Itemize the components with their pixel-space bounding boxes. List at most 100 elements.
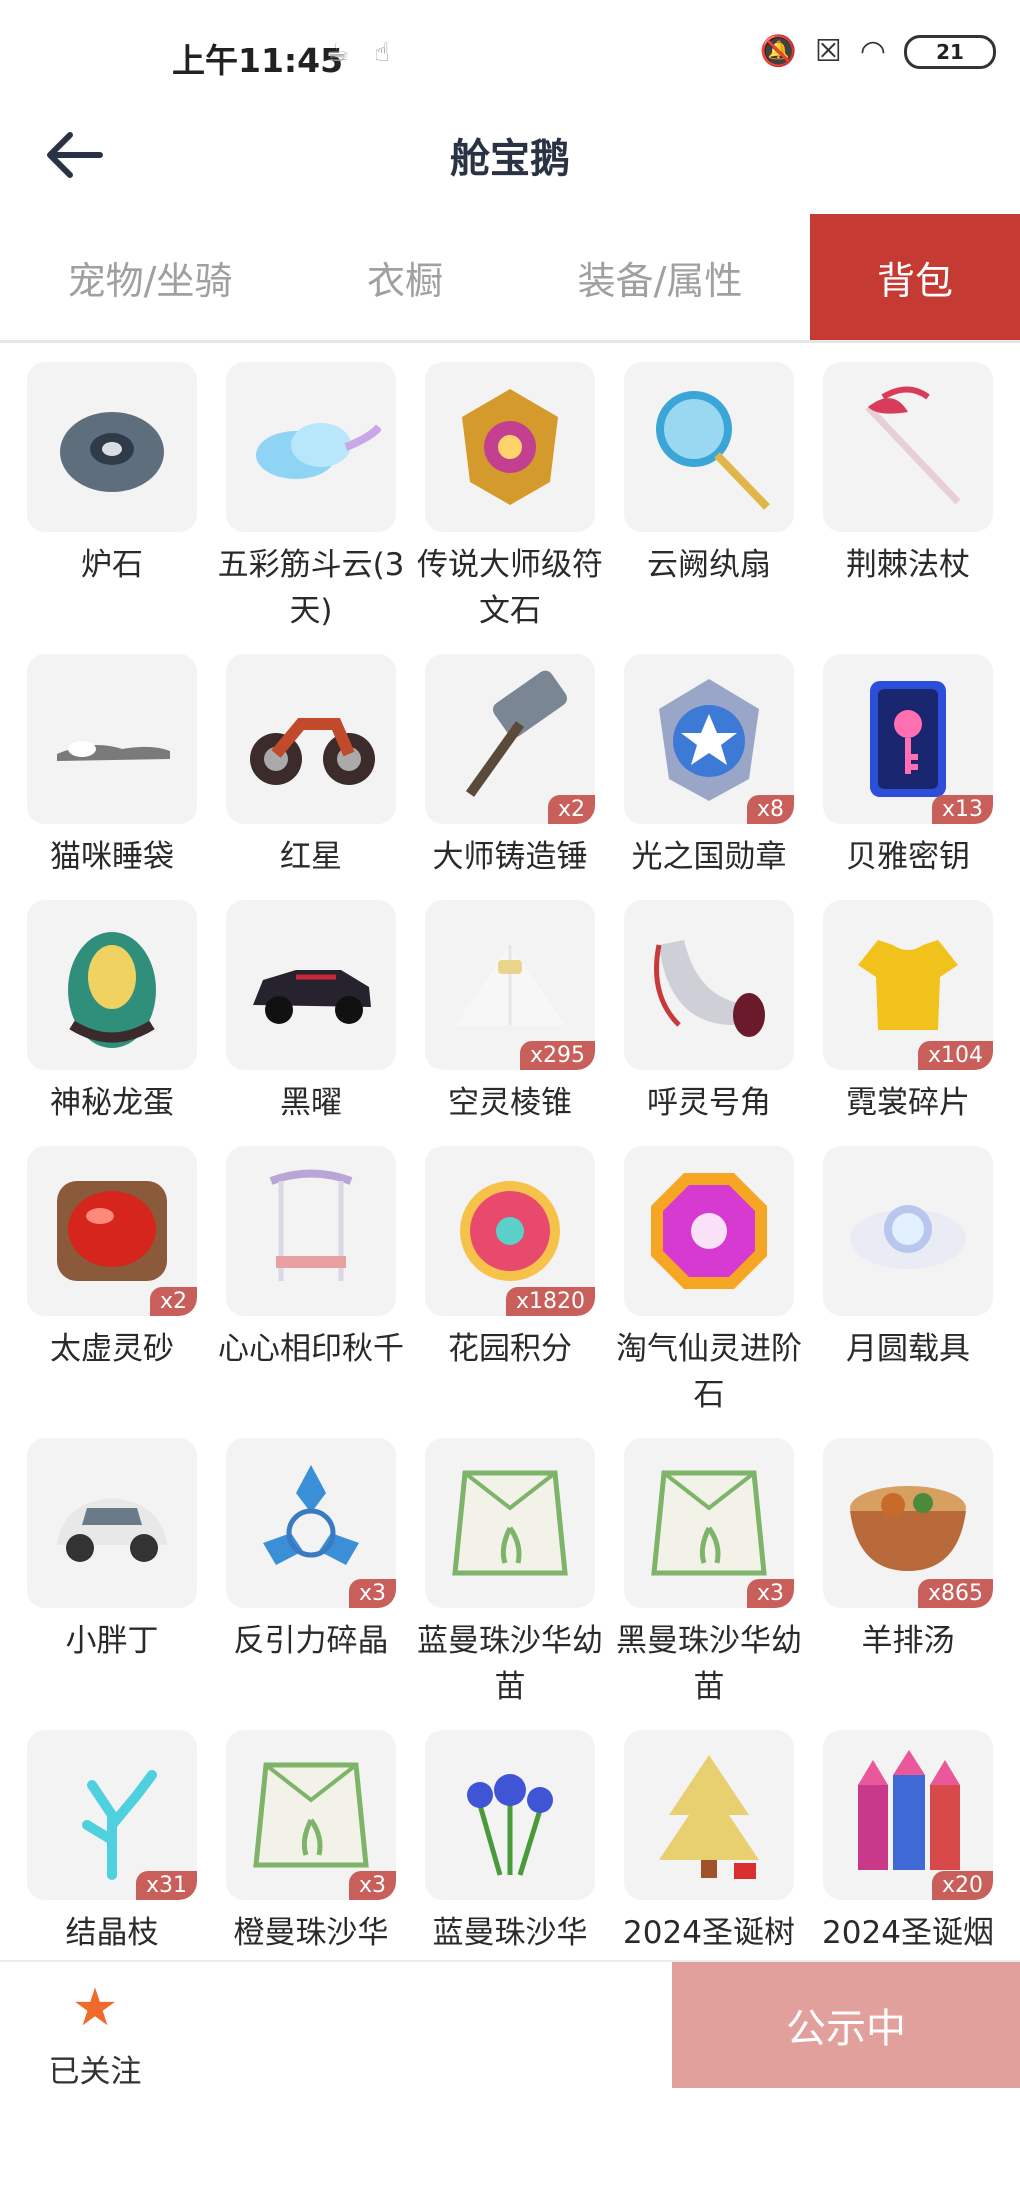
rune-icon <box>462 389 558 505</box>
item-thumbnail <box>425 362 595 532</box>
item-thumbnail <box>823 1146 993 1316</box>
medal-icon <box>659 679 759 801</box>
tab-equipment-attributes[interactable]: 装备/属性 <box>510 214 810 340</box>
public-status-button[interactable]: 公示中 <box>672 1962 1020 2088</box>
item-thumbnail <box>624 1146 794 1316</box>
cloud-icon <box>256 423 381 479</box>
moon-cloud-icon <box>850 1205 966 1269</box>
item-name: 橙曼珠沙华 <box>233 1915 389 1951</box>
item-thumbnail <box>624 1730 794 1900</box>
tab-backpack[interactable]: 背包 <box>810 214 1020 340</box>
item-name: 呼灵号角 <box>647 1085 771 1121</box>
item-thumbnail <box>425 1730 595 1900</box>
item-name: 太虚灵砂 <box>50 1331 174 1367</box>
item-name: 红星 <box>280 839 342 875</box>
item-thumbnail <box>226 654 396 824</box>
beetle-car-icon <box>57 1498 167 1562</box>
fan-icon <box>656 391 770 510</box>
item-name: 蓝曼珠沙华 <box>432 1915 588 1951</box>
car-icon <box>253 970 371 1024</box>
tab-pets-mounts[interactable]: 宠物/坐骑 <box>0 214 300 340</box>
item-name: 心心相印秋千 <box>218 1331 404 1367</box>
item-thumbnail <box>226 1146 396 1316</box>
seed-bag-icon <box>651 1470 767 1576</box>
item-thumbnail <box>425 1438 595 1608</box>
crystal-branch-icon <box>82 1770 157 1880</box>
item-thumbnail <box>624 362 794 532</box>
item-name: 淘气仙灵进阶石 <box>616 1331 802 1413</box>
item-name: 传说大师级符文石 <box>417 547 603 629</box>
star-icon: ★ <box>71 1978 119 2038</box>
item-count-badge: x2 <box>547 795 595 824</box>
notification-hand-icon: ☝ <box>374 38 390 68</box>
item-thumbnail: x2 <box>425 654 595 824</box>
item-count-badge: x1820 <box>505 1287 595 1316</box>
blue-flower-icon <box>467 1774 553 1876</box>
item-count-badge: x31 <box>135 1871 197 1900</box>
battery-icon: 21 <box>904 34 996 69</box>
item-thumbnail: x13 <box>823 654 993 824</box>
item-name: 2024圣诞烟 <box>822 1915 994 1951</box>
motorcycle-icon <box>250 718 375 785</box>
item-name: 2024圣诞树 <box>623 1915 795 1951</box>
item-count-badge: x13 <box>931 795 993 824</box>
christmas-tree-icon <box>659 1755 759 1879</box>
item-count-badge: x295 <box>519 1041 595 1070</box>
battery-level: 21 <box>936 39 964 64</box>
tab-bar: 宠物/坐骑 衣橱 装备/属性 背包 <box>0 214 1020 343</box>
page-title: 舱宝鹅 <box>450 136 570 182</box>
item-name: 羊排汤 <box>861 1623 955 1659</box>
item-name: 黑曼珠沙华幼苗 <box>616 1623 802 1705</box>
shirt-icon <box>858 940 958 1030</box>
swing-icon <box>269 1169 353 1281</box>
seed-bag-icon <box>253 1762 369 1868</box>
wifi-icon: ◠ <box>859 34 886 69</box>
item-count-badge: x3 <box>348 1871 396 1900</box>
status-time: 上午11:45 <box>172 41 344 80</box>
pyramid-icon <box>455 945 565 1025</box>
item-thumbnail: x2 <box>27 1146 197 1316</box>
item-count-badge: x2 <box>149 1287 197 1316</box>
item-thumbnail <box>624 900 794 1070</box>
hammer-icon <box>465 670 568 797</box>
status-bar: 上午11:45 ☕ ☝ 🔕 ☒ ◠ 21 <box>0 0 1020 115</box>
staff-icon <box>865 386 961 505</box>
item-thumbnail <box>226 900 396 1070</box>
item-name: 空灵棱锥 <box>448 1085 572 1121</box>
item-name: 蓝曼珠沙华幼苗 <box>417 1623 603 1705</box>
item-count-badge: x8 <box>746 795 794 824</box>
key-card-icon <box>870 681 946 797</box>
item-name: 云阙纨扇 <box>647 547 771 583</box>
follow-label: 已关注 <box>48 2054 142 2090</box>
crystal-shard-icon <box>263 1465 359 1565</box>
item-name: 大师铸造锤 <box>432 839 588 875</box>
sleeping-bag-icon <box>57 741 170 761</box>
notification-app-icon: ☕ <box>326 38 350 68</box>
tab-wardrobe[interactable]: 衣橱 <box>300 214 510 340</box>
item-name: 五彩筋斗云(3天) <box>217 547 405 629</box>
follow-button[interactable]: ★ 已关注 <box>40 1976 150 2091</box>
item-name: 黑曜 <box>280 1085 342 1121</box>
horn-icon <box>654 940 765 1037</box>
item-name: 反引力碎晶 <box>233 1623 389 1659</box>
item-name: 炉石 <box>81 547 143 583</box>
red-gem-icon <box>57 1181 167 1281</box>
item-name: 光之国勋章 <box>631 839 787 875</box>
item-thumbnail: x8 <box>624 654 794 824</box>
item-thumbnail: x3 <box>624 1438 794 1608</box>
flower-badge-icon <box>460 1181 560 1281</box>
item-count-badge: x20 <box>931 1871 993 1900</box>
header: 舱宝鹅 <box>0 100 1020 210</box>
item-thumbnail <box>27 654 197 824</box>
seed-bag-icon <box>452 1470 568 1576</box>
item-grid: 炉石 五彩筋斗云(3天) 传说大师级符文石 云阙纨扇 荆棘法杖 猫咪睡袋 红星 … <box>0 362 1020 1960</box>
item-thumbnail: x104 <box>823 900 993 1070</box>
soup-bowl-icon <box>850 1486 966 1571</box>
item-name: 花园积分 <box>448 1331 572 1367</box>
item-count-badge: x3 <box>746 1579 794 1608</box>
item-thumbnail: x865 <box>823 1438 993 1608</box>
item-thumbnail <box>27 900 197 1070</box>
item-name: 猫咪睡袋 <box>50 839 174 875</box>
item-count-badge: x3 <box>348 1579 396 1608</box>
item-name: 荆棘法杖 <box>846 547 970 583</box>
